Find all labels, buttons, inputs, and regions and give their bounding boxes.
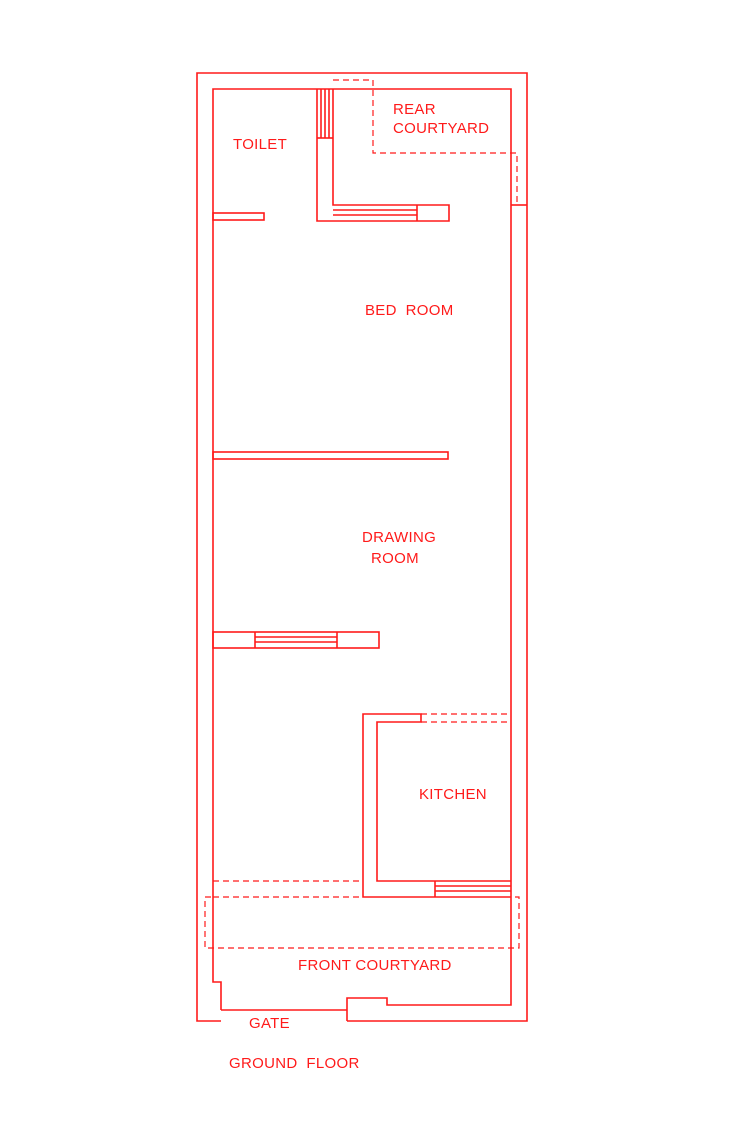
kitchen-label: KITCHEN (419, 786, 487, 803)
drawing-room-label-line2: ROOM (371, 550, 419, 567)
gate-label: GATE (249, 1015, 290, 1032)
floor-title: GROUND FLOOR (229, 1055, 360, 1072)
bedroom-partition (212, 451, 449, 460)
drawing-room-partition (212, 631, 380, 649)
rear-courtyard-label-line2: COURTYARD (393, 120, 489, 137)
toilet-label: TOILET (233, 136, 287, 153)
front-courtyard-label: FRONT COURTYARD (298, 957, 452, 974)
rear-courtyard-boundary (333, 79, 518, 205)
bed-room-label: BED ROOM (365, 302, 454, 319)
kitchen-walls (362, 713, 511, 898)
floor-plan: TOILET REAR COURTYARD BED ROOM DRAWING R… (196, 72, 528, 1072)
drawing-room-label-line1: DRAWING (362, 529, 436, 546)
rear-courtyard-label-line1: REAR (393, 101, 436, 118)
